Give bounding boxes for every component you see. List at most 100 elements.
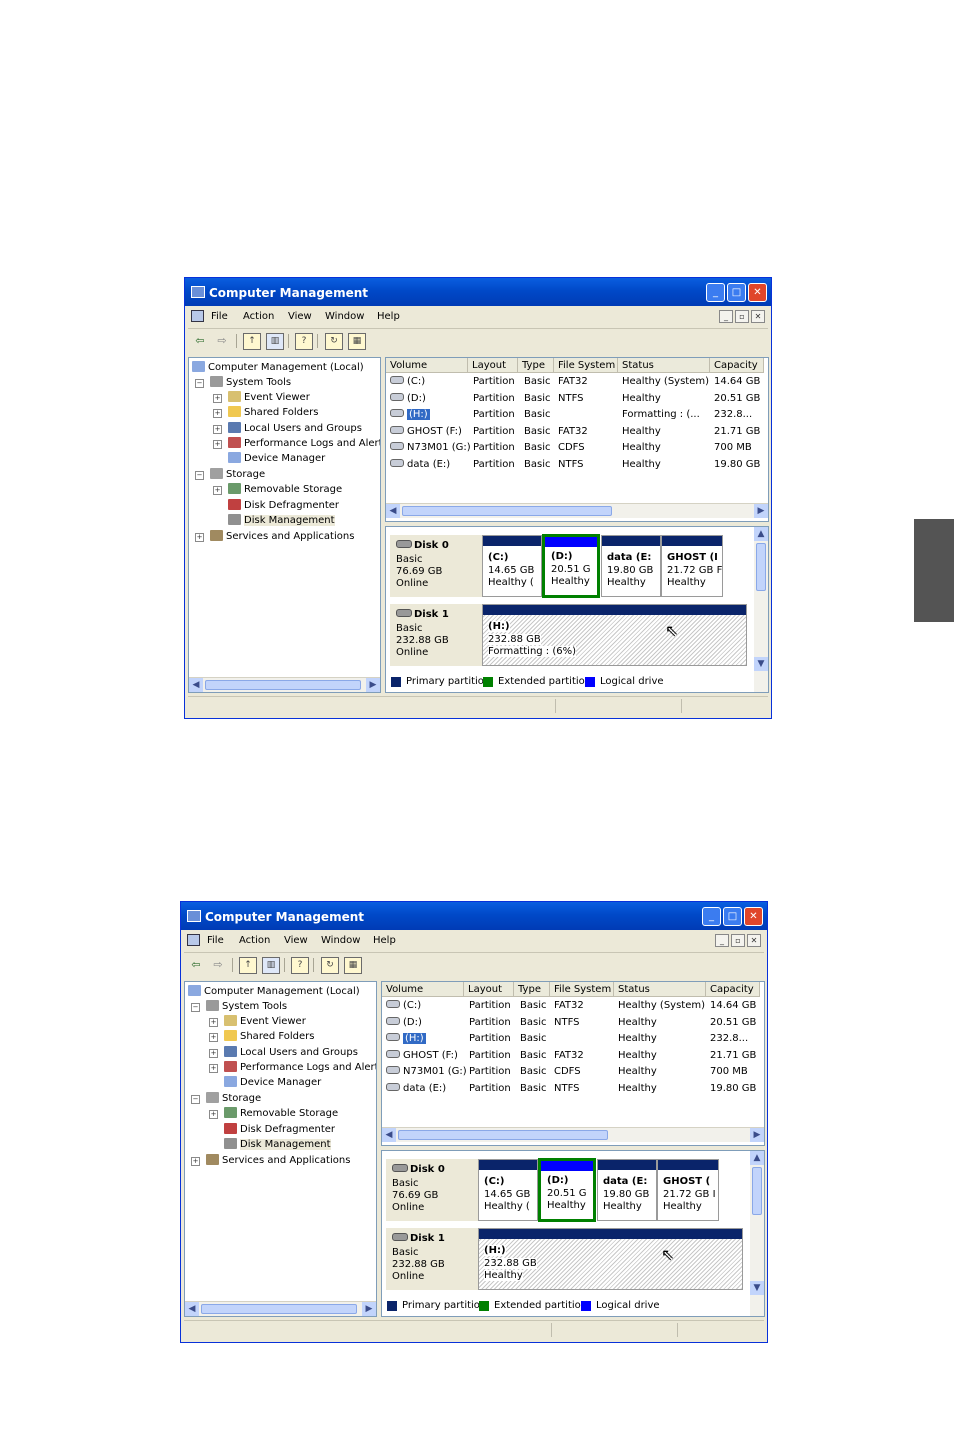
tree-device-manager[interactable]: Device Manager [228,452,325,464]
maximize-button[interactable]: □ [727,283,746,302]
forward-arrow-icon[interactable]: ⇨ [214,333,230,348]
tree-removable-storage[interactable]: Removable Storage [224,1107,338,1119]
tree-computer-management[interactable]: Computer Management (Local) [188,985,360,997]
menu-window[interactable]: Window [321,935,360,946]
up-level-icon[interactable]: ↑ [239,957,257,974]
column-header-file-system[interactable]: File System [550,982,614,997]
tree-event-viewer[interactable]: Event Viewer [228,391,310,403]
expand-toggle[interactable]: + [191,1157,200,1166]
disk-settings-icon[interactable]: ▦ [348,333,366,350]
menu-window[interactable]: Window [325,311,364,322]
expand-toggle[interactable]: + [209,1110,218,1119]
expand-toggle[interactable]: + [213,409,222,418]
tree-system-tools[interactable]: System Tools [206,1000,287,1012]
tree-storage[interactable]: Storage [210,468,265,480]
minimize-button[interactable]: _ [702,907,721,926]
refresh-icon[interactable]: ↻ [325,333,343,350]
menu-view[interactable]: View [284,935,308,946]
list-horizontal-scrollbar[interactable]: ◀ ▶ [382,1127,764,1142]
tree-disk-defragmenter[interactable]: Disk Defragmenter [228,499,339,511]
show-hide-tree-icon[interactable]: ▥ [262,957,280,974]
menu-action[interactable]: Action [243,311,274,322]
tree-storage[interactable]: Storage [206,1092,261,1104]
scroll-down-icon[interactable]: ▼ [754,657,768,671]
column-header-type[interactable]: Type [518,358,554,373]
expand-toggle[interactable]: + [213,440,222,449]
collapse-toggle[interactable]: − [195,471,204,480]
mdi-close-button[interactable]: ✕ [747,934,761,947]
column-header-capacity[interactable]: Capacity [710,358,764,373]
column-header-layout[interactable]: Layout [464,982,514,997]
tree-services-applications[interactable]: Services and Applications [210,530,354,542]
tree-event-viewer[interactable]: Event Viewer [224,1015,306,1027]
back-arrow-icon[interactable]: ⇦ [188,957,204,972]
disk-view-vertical-scrollbar[interactable]: ▲ ▼ [754,527,768,692]
column-header-volume[interactable]: Volume [386,358,468,373]
refresh-icon[interactable]: ↻ [321,957,339,974]
partition-d-selected[interactable]: (D:) 20.51 G Healthy [542,534,600,598]
properties-icon[interactable]: ? [295,333,313,350]
tree-device-manager[interactable]: Device Manager [224,1076,321,1088]
console-icon[interactable] [191,310,204,322]
menu-help[interactable]: Help [377,311,400,322]
expand-toggle[interactable]: + [209,1033,218,1042]
scroll-down-icon[interactable]: ▼ [750,1281,764,1295]
expand-toggle[interactable]: + [213,425,222,434]
disk-view-vertical-scrollbar[interactable]: ▲ ▼ [750,1151,764,1316]
expand-toggle[interactable]: + [209,1064,218,1073]
expand-toggle[interactable]: + [209,1018,218,1027]
expand-toggle[interactable]: + [195,533,204,542]
column-header-capacity[interactable]: Capacity [706,982,760,997]
disk0-info[interactable]: Disk 0 Basic 76.69 GB Online [386,1159,478,1221]
back-arrow-icon[interactable]: ⇦ [192,333,208,348]
title-bar[interactable]: Computer Management _ □ ✕ [185,278,771,306]
collapse-toggle[interactable]: − [195,379,204,388]
scroll-right-icon[interactable]: ▶ [754,504,768,518]
column-header-type[interactable]: Type [514,982,550,997]
expand-toggle[interactable]: + [209,1049,218,1058]
scroll-left-icon[interactable]: ◀ [189,678,203,692]
scroll-left-icon[interactable]: ◀ [382,1128,396,1142]
tree-horizontal-scrollbar[interactable]: ◀ ▶ [189,677,380,692]
scroll-thumb[interactable] [398,1130,608,1140]
mdi-minimize-button[interactable]: _ [719,310,733,323]
partition-c[interactable]: (C:) 14.65 GB Healthy ( [482,535,542,597]
column-header-status[interactable]: Status [618,358,710,373]
partition-h[interactable]: (H:) 232.88 GB Formatting : (6%) ⇖ [482,604,747,666]
partition-d-selected[interactable]: (D:) 20.51 G Healthy [538,1158,596,1222]
tree-services-applications[interactable]: Services and Applications [206,1154,350,1166]
tree-system-tools[interactable]: System Tools [210,376,291,388]
column-header-status[interactable]: Status [614,982,706,997]
tree-horizontal-scrollbar[interactable]: ◀ ▶ [185,1301,376,1316]
collapse-toggle[interactable]: − [191,1095,200,1104]
scroll-thumb[interactable] [201,1304,357,1314]
scroll-right-icon[interactable]: ▶ [750,1128,764,1142]
tree-performance-logs[interactable]: Performance Logs and Alerts [224,1061,376,1073]
minimize-button[interactable]: _ [706,283,725,302]
close-button[interactable]: ✕ [748,283,767,302]
forward-arrow-icon[interactable]: ⇨ [210,957,226,972]
tree-disk-management[interactable]: Disk Management [224,1138,331,1150]
expand-toggle[interactable]: + [213,486,222,495]
scroll-right-icon[interactable]: ▶ [366,678,380,692]
menu-help[interactable]: Help [373,935,396,946]
tree-computer-management[interactable]: Computer Management (Local) [192,361,364,373]
tree-performance-logs[interactable]: Performance Logs and Alerts [228,437,380,449]
disk-settings-icon[interactable]: ▦ [344,957,362,974]
up-level-icon[interactable]: ↑ [243,333,261,350]
column-header-volume[interactable]: Volume [382,982,464,997]
mdi-minimize-button[interactable]: _ [715,934,729,947]
partition-c[interactable]: (C:) 14.65 GB Healthy ( [478,1159,538,1221]
tree-removable-storage[interactable]: Removable Storage [228,483,342,495]
scroll-up-icon[interactable]: ▲ [750,1151,764,1165]
menu-file[interactable]: File [211,311,228,322]
title-bar[interactable]: Computer Management _ □ ✕ [181,902,767,930]
column-header-layout[interactable]: Layout [468,358,518,373]
scroll-right-icon[interactable]: ▶ [362,1302,376,1316]
tree-local-users-groups[interactable]: Local Users and Groups [228,422,362,434]
collapse-toggle[interactable]: − [191,1003,200,1012]
scroll-thumb[interactable] [752,1167,762,1215]
scroll-left-icon[interactable]: ◀ [185,1302,199,1316]
maximize-button[interactable]: □ [723,907,742,926]
scroll-thumb[interactable] [756,543,766,591]
